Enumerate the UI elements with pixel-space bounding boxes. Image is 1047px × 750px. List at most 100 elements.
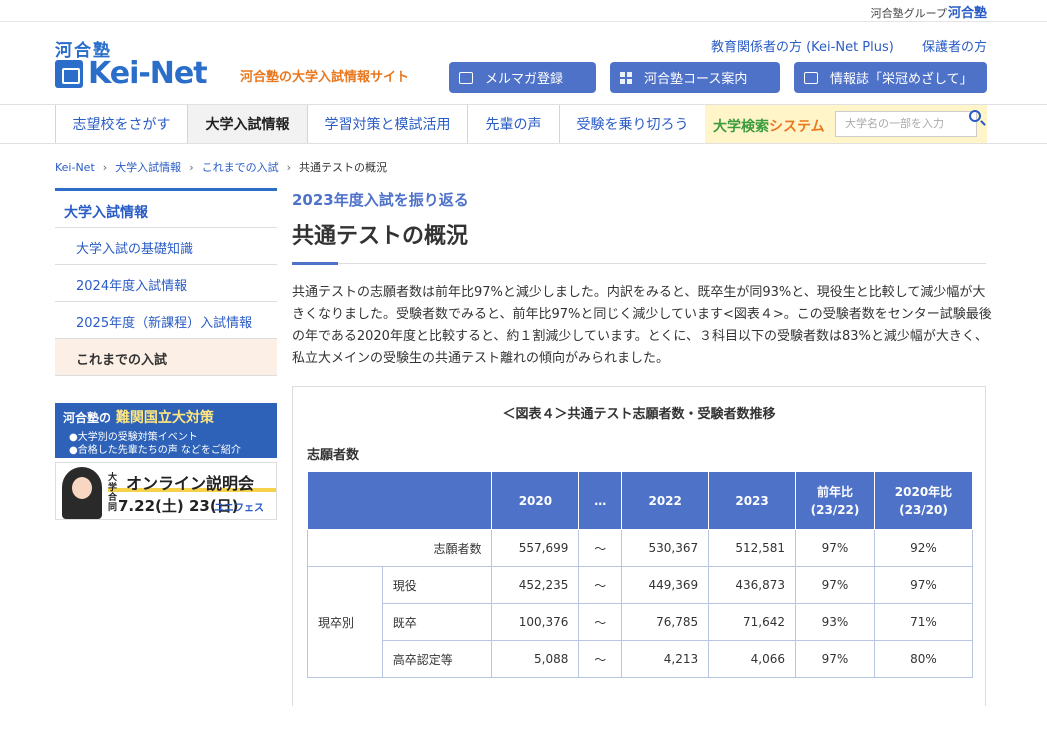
cell: 76,785 [621, 603, 710, 641]
nav-admission-info[interactable]: 大学入試情報 [187, 105, 307, 143]
row-label: 志願者数 [306, 529, 493, 567]
sidebar-heading[interactable]: 大学入試情報 [55, 188, 277, 228]
nav-get-through-exam[interactable]: 受験を乗り切ろう [559, 105, 705, 143]
header-blank [306, 471, 493, 530]
sidebar-item-past-exams[interactable]: これまでの入試 [55, 339, 277, 376]
cell: 80% [873, 640, 974, 678]
cell: 512,581 [708, 529, 797, 567]
row-label: 既卒 [381, 603, 493, 641]
title-divider [338, 263, 986, 264]
link-kei-net-plus[interactable]: 教育関係者の方 (Kei-Net Plus) [711, 40, 894, 55]
mail-magazine-label: メルマガ登録 [485, 72, 564, 87]
cell: 530,367 [621, 529, 710, 567]
data-table: 2020 … 2022 2023 前年比 (23/22) 2020年比 (23/20… [306, 471, 974, 678]
cell: 〜 [578, 566, 623, 604]
magazine-label: 情報誌「栄冠めざして」 [830, 72, 973, 87]
kawaijuku-group-logo[interactable]: 河合塾 [948, 2, 987, 21]
header-cell: … [578, 471, 623, 530]
table-row: 高卒認定等 5,088 〜 4,213 4,066 97% 80% [308, 640, 974, 678]
row-label: 現役 [381, 566, 493, 604]
search-input[interactable]: 大学名の一部を入力 [835, 111, 977, 137]
nav-study-mock[interactable]: 学習対策と模試活用 [307, 105, 467, 143]
header-cell: 前年比 (23/22) [795, 471, 875, 530]
kei-net-logo-icon[interactable] [55, 60, 83, 88]
breadcrumb-admission[interactable]: 大学入試情報 [115, 161, 181, 174]
title-underline [292, 262, 338, 265]
header-cell: 2022 [621, 471, 710, 530]
cell: 449,369 [621, 566, 710, 604]
magazine-button[interactable]: 情報誌「栄冠めざして」 [794, 62, 987, 93]
banner2-brand: ユニフェス [214, 503, 264, 514]
cell: 71,642 [708, 603, 797, 641]
student-photo [62, 467, 102, 519]
cell: 452,235 [491, 566, 580, 604]
site-tagline: 河合塾の大学入試情報サイト [240, 70, 410, 85]
body-paragraph: 共通テストの志願者数は前年比97%と減少しました。内訳をみると、既卒生が同93%… [292, 285, 992, 366]
search-icon[interactable] [969, 110, 981, 122]
cell: 〜 [578, 603, 623, 641]
cell: 4,066 [708, 640, 797, 678]
table-label: 志願者数 [307, 448, 360, 463]
sidebar: 大学入試情報 大学入試の基礎知識 2024年度入試情報 2025年度（新課程）入… [55, 188, 277, 376]
figure-title: ＜図表４＞共通テスト志願者数・受験者数推移 [502, 407, 776, 422]
banner1-headline: 難関国立大対策 [115, 410, 214, 426]
banner-top-national-univ[interactable]: 河合塾の 難関国立大対策 ●大学別の受験対策イベント ●合格した先輩たちの声 な… [55, 403, 277, 458]
banner1-title: 河合塾の 難関国立大対策 [63, 407, 214, 427]
global-nav: 志望校をさがす 大学入試情報 学習対策と模試活用 先輩の声 受験を乗り切ろう 大… [0, 104, 1047, 144]
breadcrumb-past-exams[interactable]: これまでの入試 [202, 161, 279, 174]
table-row: 現卒別 現役 452,235 〜 449,369 436,873 97% 97% [307, 566, 974, 678]
cell: 97% [795, 529, 875, 567]
cell: 92% [873, 529, 974, 567]
breadcrumb-current: 共通テストの概況 [299, 161, 387, 174]
nav-find-school[interactable]: 志望校をさがす [55, 105, 187, 143]
header-cell: 2020年比 (23/20) [873, 471, 974, 530]
cell: 71% [873, 603, 974, 641]
mail-icon [459, 71, 473, 84]
chevron-right-icon: › [102, 161, 108, 174]
cell: 97% [795, 640, 875, 678]
row-label: 高卒認定等 [381, 640, 493, 678]
sidebar-item-basics[interactable]: 大学入試の基礎知識 [55, 228, 277, 265]
cell: 97% [795, 566, 875, 604]
cell: 100,376 [491, 603, 580, 641]
group-text: 河合塾グループ [870, 7, 947, 20]
figure-box: ＜図表４＞共通テスト志願者数・受験者数推移 志願者数 2020 … 2022 2… [292, 386, 986, 706]
page-title: 共通テストの概況 [292, 224, 469, 249]
breadcrumb: Kei-Net › 大学入試情報 › これまでの入試 › 共通テストの概況 [55, 159, 387, 175]
course-guide-button[interactable]: 河合塾コース案内 [610, 62, 780, 93]
mail-magazine-button[interactable]: メルマガ登録 [449, 62, 596, 93]
utility-links: 教育関係者の方 (Kei-Net Plus) 保護者の方 [687, 36, 987, 55]
banner2-title: オンライン説明会 [126, 474, 255, 493]
chevron-right-icon: › [189, 161, 194, 174]
group-bar: 河合塾グループ 河合塾 [0, 0, 1047, 22]
cell: 436,873 [708, 566, 797, 604]
university-search-system: 大学検索システム 大学名の一部を入力 [705, 105, 987, 143]
cell: 4,213 [621, 640, 710, 678]
header-cell: 2020 [491, 471, 580, 530]
cell: 557,699 [491, 529, 580, 567]
banner1-brand: 河合塾の [63, 411, 112, 425]
breadcrumb-home[interactable]: Kei-Net [55, 161, 95, 174]
cell: 97% [873, 566, 974, 604]
sidebar-item-2024[interactable]: 2024年度入試情報 [55, 265, 277, 302]
search-label-a: 大学検索 [713, 119, 769, 135]
banner-online-briefing[interactable]: 大学合同 オンライン説明会 7.22(土) 23(日) ユニフェス [55, 462, 277, 520]
cell: 〜 [578, 640, 623, 678]
link-parents[interactable]: 保護者の方 [922, 40, 987, 55]
sidebar-item-2025[interactable]: 2025年度（新課程）入試情報 [55, 302, 277, 339]
banner1-line2: ●合格した先輩たちの声 などをご紹介 [69, 445, 241, 456]
cell: 5,088 [491, 640, 580, 678]
search-system-label: 大学検索システム [713, 116, 825, 136]
search-label-b: システム [769, 119, 825, 135]
book-icon [804, 71, 818, 84]
table-header-row: 2020 … 2022 2023 前年比 (23/22) 2020年比 (23/20… [306, 471, 974, 530]
cell: 〜 [578, 529, 623, 567]
page-subtitle: 2023年度入試を振り返る [292, 191, 469, 209]
table-row: 志願者数 557,699 〜 530,367 512,581 97% 92% [306, 529, 974, 567]
header-cell: 2023 [708, 471, 797, 530]
grid-icon [620, 71, 632, 84]
table-row: 既卒 100,376 〜 76,785 71,642 93% 71% [308, 603, 974, 641]
group-label: 現卒別 [307, 566, 383, 678]
kei-net-logo[interactable]: Kei-Net [88, 56, 208, 91]
nav-senpai-voice[interactable]: 先輩の声 [467, 105, 559, 143]
